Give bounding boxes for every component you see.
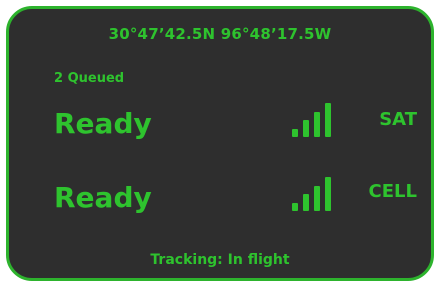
tracking-status: Tracking: In flight	[150, 252, 290, 268]
signal-bar	[325, 103, 331, 137]
signal-bar	[314, 186, 320, 211]
gps-coordinates: 30°47’42.5N 96°48’17.5W	[108, 25, 332, 43]
sat-status: Ready	[54, 107, 152, 140]
queued-count: 2 Queued	[54, 71, 125, 86]
sat-signal-icon	[292, 103, 334, 137]
signal-bar	[292, 203, 298, 211]
cell-label: CELL	[368, 181, 417, 202]
signal-bar	[292, 129, 298, 137]
status-panel: 30°47’42.5N 96°48’17.5W 2 Queued Ready S…	[6, 6, 434, 281]
cell-signal-icon	[292, 177, 334, 211]
signal-bar	[314, 112, 320, 137]
cell-status: Ready	[54, 181, 152, 214]
signal-bar	[303, 120, 309, 137]
signal-bar	[325, 177, 331, 211]
signal-bar	[303, 194, 309, 211]
sat-label: SAT	[379, 109, 417, 130]
